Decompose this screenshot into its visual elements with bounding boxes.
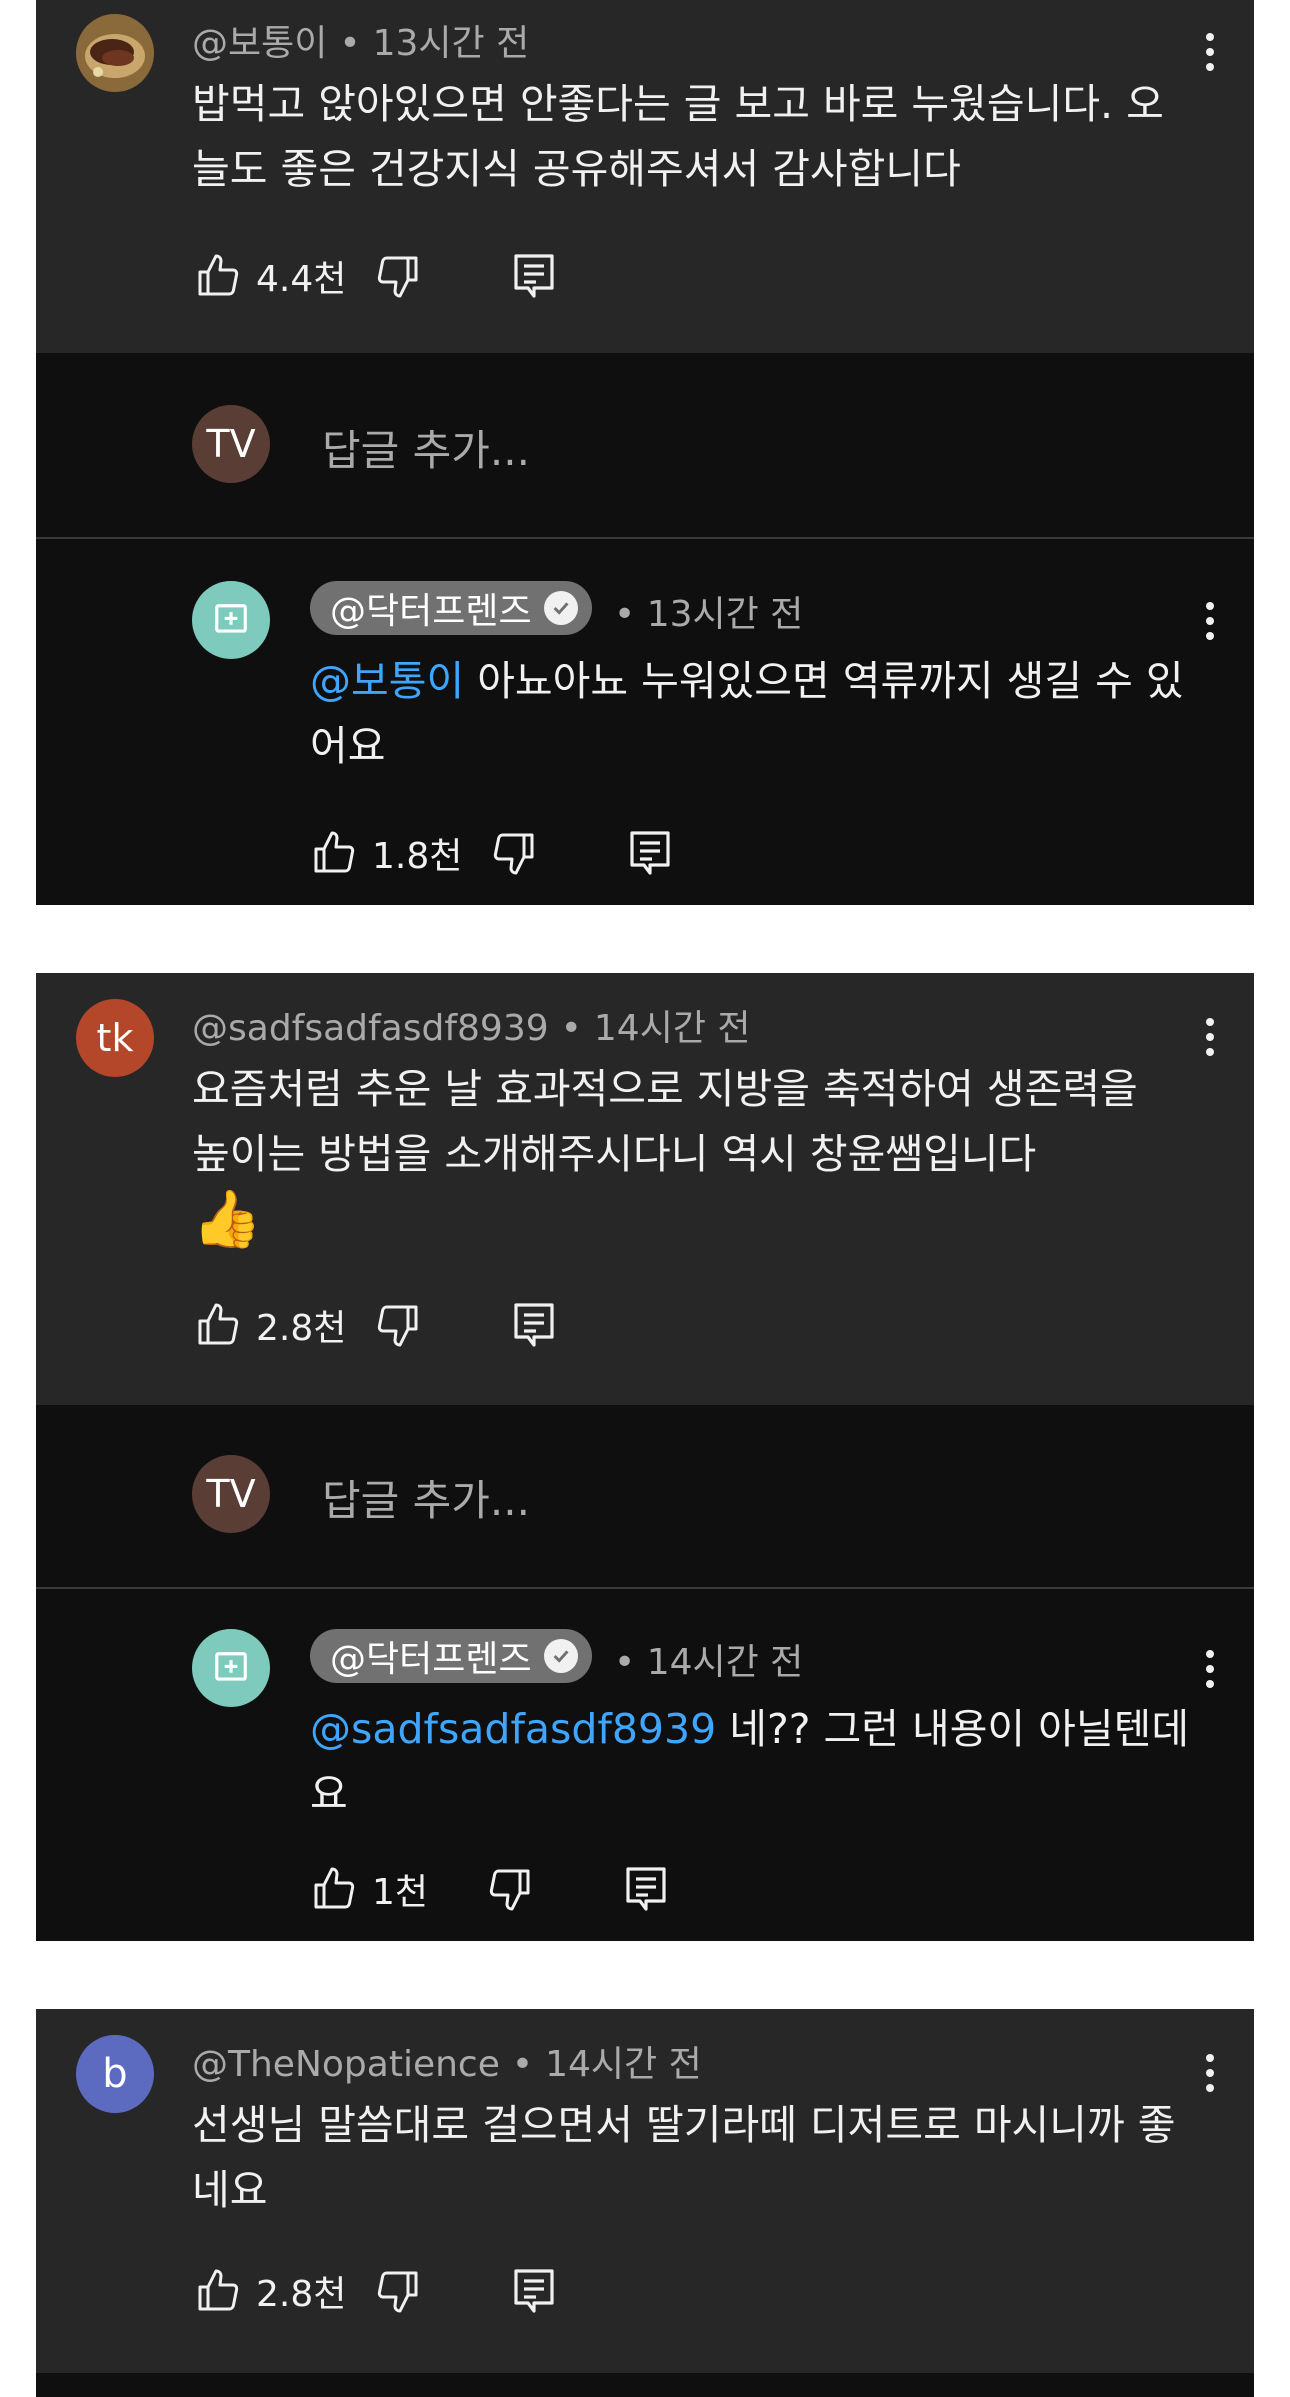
comment-meta: @TheNopatience • 14시간 전 xyxy=(192,2044,702,2085)
like-count: 2.8천 xyxy=(256,2274,347,2315)
more-options-icon[interactable] xyxy=(1190,2043,1230,2103)
reply-button[interactable] xyxy=(624,1865,668,1913)
reply-placeholder[interactable]: 답글 추가... xyxy=(322,1467,530,1528)
reply-icon xyxy=(514,254,554,298)
thumbs-up-icon xyxy=(198,1303,239,1345)
reply-input-row[interactable]: TV 답글 추가... xyxy=(36,353,1254,539)
comment: tk @sadfsadfasdf8939 • 14시간 전 요즘처럼 추운 날 효과… xyxy=(36,973,1254,1405)
comment-text: 요즘처럼 추운 날 효과적으로 지방을 축적하여 생존력을 높이는 방법을 소개… xyxy=(192,1057,1172,1257)
thumbs-down-icon xyxy=(378,256,418,298)
reply-actions: 1천 xyxy=(310,1859,668,1919)
avatar[interactable]: b xyxy=(76,2035,154,2113)
like-count: 4.4천 xyxy=(256,259,347,300)
avatar[interactable]: tk xyxy=(76,999,154,1077)
reply-button[interactable] xyxy=(512,2267,556,2315)
reply-icon xyxy=(630,831,670,875)
reply-author: @닥터프렌즈 xyxy=(330,1639,532,1680)
comment: @보통이 • 13시간 전 밥먹고 앉아있으면 안좋다는 글 보고 바로 누웠습니다… xyxy=(36,0,1254,353)
more-options-icon[interactable] xyxy=(1190,22,1230,82)
comment-author[interactable]: @sadfsadfasdf8939 xyxy=(192,1008,549,1049)
reply-meta: • 13시간 전 xyxy=(614,594,804,635)
more-options-icon[interactable] xyxy=(1190,1639,1230,1699)
comment-actions: 2.8천 xyxy=(194,1295,556,1355)
reply-time: 13시간 전 xyxy=(646,594,804,635)
creator-badge[interactable]: @닥터프렌즈 xyxy=(310,581,592,635)
reply: @닥터프렌즈 • 14시간 전 @sadfsadfasdf8939 네?? 그런… xyxy=(36,1589,1254,1941)
comment: b @TheNopatience • 14시간 전 선생님 말씀대로 걸으면서 딸기… xyxy=(36,2009,1254,2373)
reply-text: @sadfsadfasdf8939 네?? 그런 내용이 아닐텐데요 xyxy=(310,1697,1210,1827)
like-button[interactable] xyxy=(194,2267,242,2315)
comment-actions: 4.4천 xyxy=(194,246,556,306)
thumbs-up-emoji: 👍 xyxy=(192,1187,262,1252)
plus-square-icon xyxy=(215,604,247,633)
comment-text: 밥먹고 앉아있으면 안좋다는 글 보고 바로 누웠습니다. 오늘도 좋은 건강지… xyxy=(192,80,1164,193)
thumbs-down-icon xyxy=(494,833,534,875)
like-button[interactable] xyxy=(310,829,358,877)
creator-badge[interactable]: @닥터프렌즈 xyxy=(310,1629,592,1683)
mention-link[interactable]: @sadfsadfasdf8939 xyxy=(310,1705,716,1753)
reply-input-row-partial xyxy=(36,2373,1254,2397)
comment-time: 14시간 전 xyxy=(593,1008,751,1049)
more-options-icon[interactable] xyxy=(1190,591,1230,651)
my-avatar: TV xyxy=(192,1455,270,1533)
thumbs-up-icon xyxy=(198,254,239,296)
thumbs-down-icon xyxy=(489,1869,530,1911)
dislike-button[interactable] xyxy=(486,1865,534,1913)
verified-check-icon xyxy=(543,591,578,625)
reply: @닥터프렌즈 • 13시간 전 @보통이 아뇨아뇨 누워있으면 역류까지 생길 … xyxy=(36,539,1254,905)
comment-author[interactable]: @보통이 xyxy=(192,23,327,64)
dislike-button[interactable] xyxy=(374,252,422,300)
thumbs-up-icon xyxy=(198,2269,239,2311)
plus-square-icon xyxy=(215,1652,247,1681)
reply-placeholder[interactable]: 답글 추가... xyxy=(322,417,530,478)
reply-button[interactable] xyxy=(512,1301,556,1349)
like-button[interactable] xyxy=(310,1865,358,1913)
comment-meta: @sadfsadfasdf8939 • 14시간 전 xyxy=(192,1008,751,1049)
like-count: 2.8천 xyxy=(256,1308,347,1349)
channel-avatar[interactable] xyxy=(192,1629,270,1707)
food-photo-avatar xyxy=(76,14,154,92)
like-button[interactable] xyxy=(194,252,242,300)
reply-button[interactable] xyxy=(628,829,672,877)
like-count: 1.8천 xyxy=(372,836,463,877)
reply-text: @보통이 아뇨아뇨 누워있으면 역류까지 생길 수 있어요 xyxy=(310,649,1190,779)
comment-thread: tk @sadfsadfasdf8939 • 14시간 전 요즘처럼 추운 날 효과… xyxy=(36,973,1254,1941)
more-options-icon[interactable] xyxy=(1190,1007,1230,1067)
like-button[interactable] xyxy=(194,1301,242,1349)
mention-link[interactable]: @보통이 xyxy=(310,657,464,705)
comment-meta: @보통이 • 13시간 전 xyxy=(192,23,530,64)
avatar[interactable] xyxy=(76,14,154,92)
comment-time: 14시간 전 xyxy=(545,2044,702,2085)
dislike-button[interactable] xyxy=(374,2267,422,2315)
reply-input-row[interactable]: TV 답글 추가... xyxy=(36,1405,1254,1589)
reply-button[interactable] xyxy=(512,252,556,300)
comment-text-body: 요즘처럼 추운 날 효과적으로 지방을 축적하여 생존력을 높이는 방법을 소개… xyxy=(192,1065,1138,1178)
comment-thread: @보통이 • 13시간 전 밥먹고 앉아있으면 안좋다는 글 보고 바로 누웠습니다… xyxy=(36,0,1254,905)
dislike-button[interactable] xyxy=(374,1301,422,1349)
comment-text: 선생님 말씀대로 걸으면서 딸기라떼 디저트로 마시니까 좋네요 xyxy=(192,2101,1176,2214)
comment-author[interactable]: @TheNopatience xyxy=(192,2044,500,2085)
channel-avatar[interactable] xyxy=(192,581,270,659)
verified-check-icon xyxy=(543,1639,578,1673)
reply-icon xyxy=(626,1867,666,1911)
reply-time: 14시간 전 xyxy=(646,1642,804,1683)
like-count: 1천 xyxy=(372,1872,429,1913)
thumbs-up-icon xyxy=(314,1867,355,1909)
reply-icon xyxy=(514,1303,554,1347)
thumbs-down-icon xyxy=(378,1305,418,1347)
reply-icon xyxy=(514,2269,554,2313)
comment-time: 13시간 전 xyxy=(372,23,530,64)
thumbs-down-icon xyxy=(378,2271,418,2313)
reply-author: @닥터프렌즈 xyxy=(330,591,532,632)
dislike-button[interactable] xyxy=(490,829,538,877)
comment-actions: 2.8천 xyxy=(194,2261,556,2321)
reply-meta: • 14시간 전 xyxy=(614,1642,804,1683)
reply-actions: 1.8천 xyxy=(310,823,672,883)
my-avatar: TV xyxy=(192,405,270,483)
thumbs-up-icon xyxy=(314,831,355,873)
comment-thread: b @TheNopatience • 14시간 전 선생님 말씀대로 걸으면서 딸기… xyxy=(36,2009,1254,2397)
